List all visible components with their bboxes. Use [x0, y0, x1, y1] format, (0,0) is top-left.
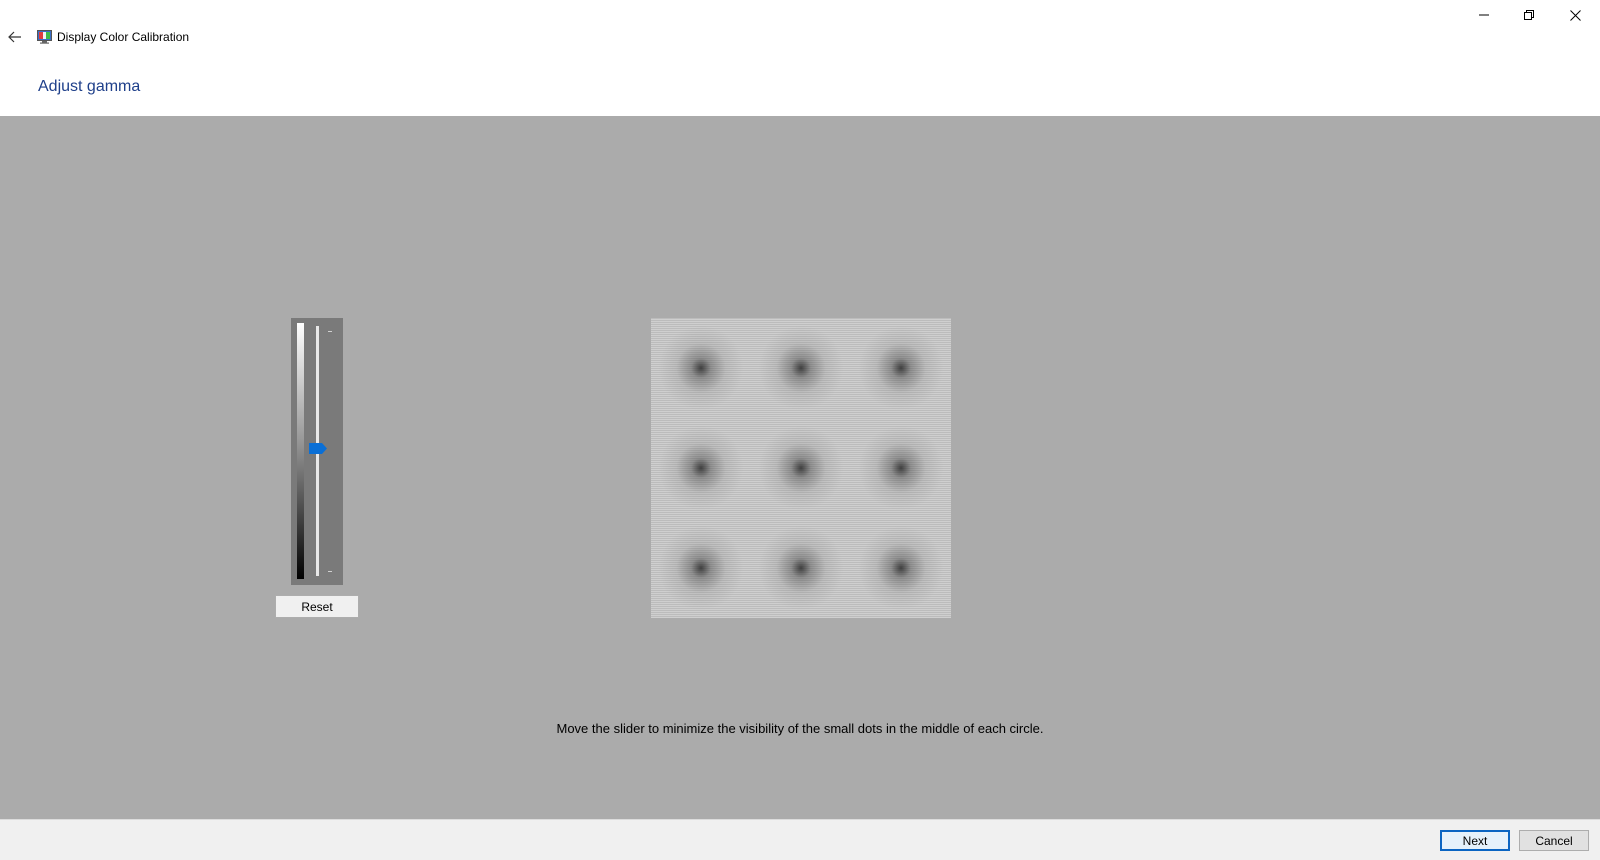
restore-button[interactable]	[1506, 0, 1552, 30]
back-button[interactable]	[4, 27, 26, 47]
gamma-pattern-circle	[751, 418, 851, 518]
gamma-pattern-circle	[851, 518, 951, 618]
window-title: Display Color Calibration	[57, 30, 190, 44]
close-button[interactable]	[1552, 0, 1598, 30]
restore-icon	[1524, 10, 1534, 20]
display-calibration-app-icon	[37, 30, 52, 44]
display-color-calibration-window: Display Color Calibration Adjust gamma R…	[0, 0, 1600, 860]
gamma-pattern-circle	[651, 318, 751, 418]
next-button[interactable]: Next	[1440, 830, 1510, 851]
cancel-button[interactable]: Cancel	[1519, 830, 1589, 851]
gamma-pattern-circle	[651, 518, 751, 618]
gamma-slider-thumb[interactable]	[309, 443, 327, 454]
gamma-pattern-circle	[651, 418, 751, 518]
page-title: Adjust gamma	[38, 78, 141, 95]
slider-tick-bottom	[328, 571, 332, 572]
slider-tick-top	[328, 331, 332, 332]
close-icon	[1569, 9, 1581, 21]
calibration-area: Reset Move the slider to minimize the vi…	[0, 116, 1600, 819]
gamma-test-pattern	[651, 318, 951, 618]
title-bar: Display Color Calibration	[0, 0, 1600, 60]
back-arrow-icon	[8, 31, 21, 43]
gamma-pattern-circle	[751, 318, 851, 418]
gamma-slider-panel	[291, 318, 343, 585]
footer-bar: Next Cancel	[0, 819, 1600, 860]
gamma-pattern-circle	[851, 418, 951, 518]
gamma-pattern-circle	[851, 318, 951, 418]
reset-button[interactable]: Reset	[275, 595, 359, 618]
minimize-button[interactable]	[1461, 0, 1507, 30]
gamma-pattern-circle	[751, 518, 851, 618]
minimize-icon	[1479, 14, 1489, 16]
instruction-text: Move the slider to minimize the visibili…	[556, 721, 1044, 736]
gamma-gradient-bar	[297, 323, 304, 579]
